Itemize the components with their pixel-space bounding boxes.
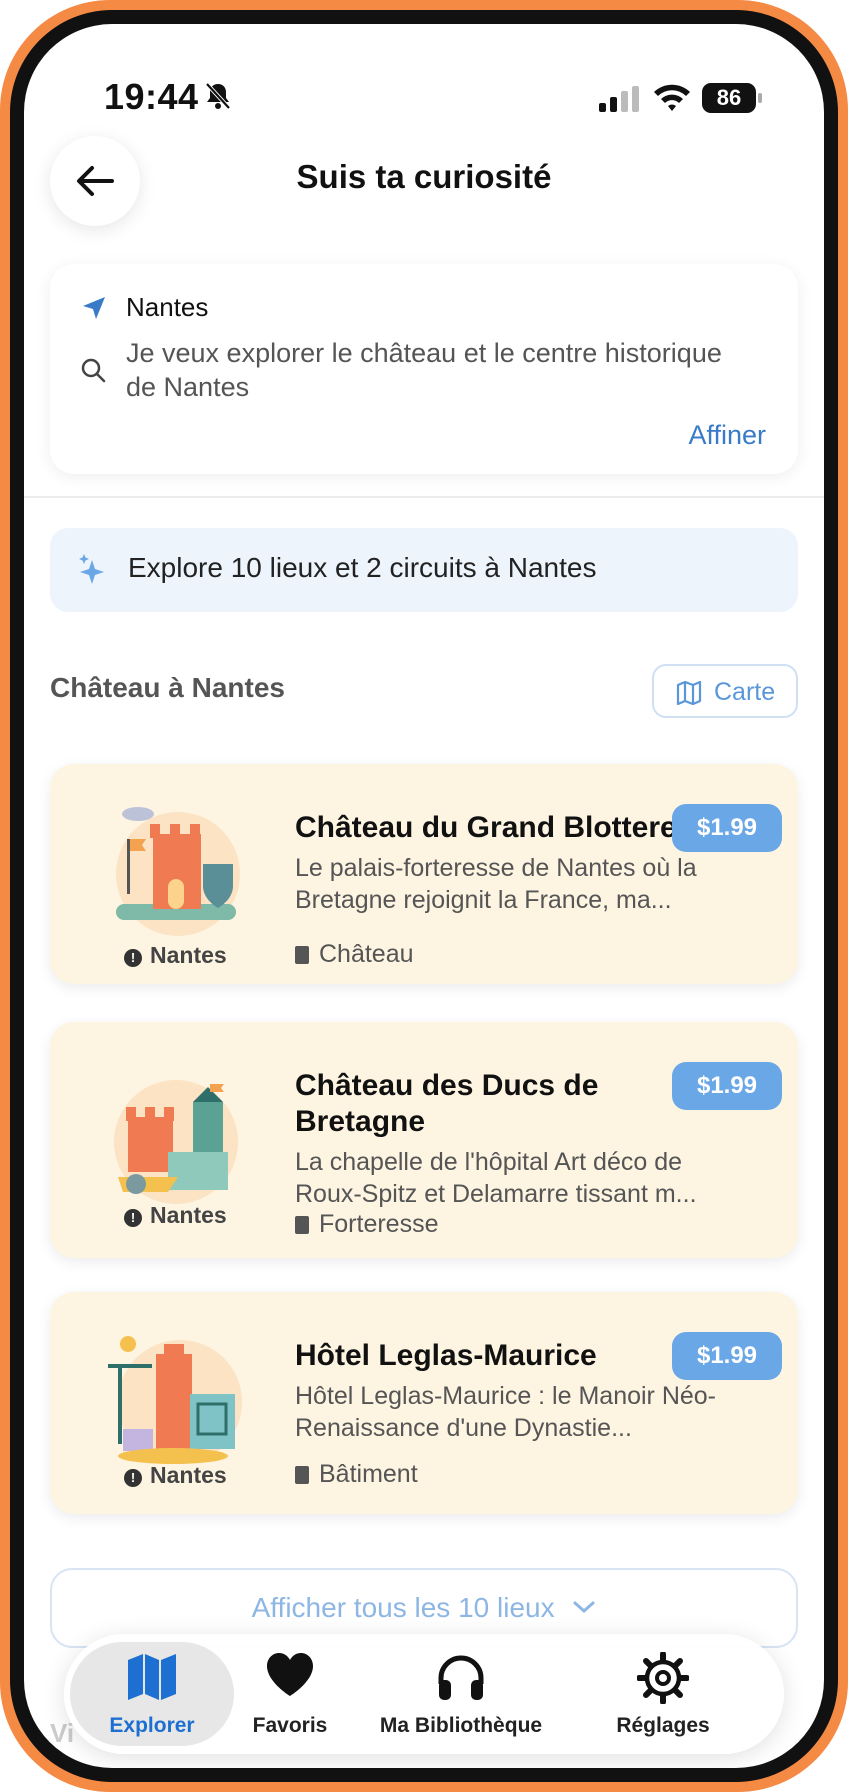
card-title: Hôtel Leglas-Maurice [295,1339,597,1372]
card-description: La chapelle de l'hôpital Art déco de Rou… [295,1148,697,1208]
card-city: ! Nantes [124,1202,227,1229]
sparkles-icon [79,554,104,584]
screen: 19:44 86 Suis ta curiosité Nantes Je veu… [24,24,824,1768]
heart-icon [267,1653,313,1696]
price-badge[interactable]: $1.99 [672,1332,782,1380]
card-description: Le palais-forteresse de Nantes où la Bre… [295,854,697,914]
tab-bibliotheque[interactable]: Ma Bibliothèque [366,1634,556,1754]
info-icon: ! [124,1469,142,1487]
battery-level: 86 [702,83,756,113]
tab-label: Explorer [109,1714,195,1737]
page-title: Suis ta curiosité [296,158,552,195]
place-card[interactable]: ! Nantes Château du Grand Blottereau Le p… [50,764,798,984]
tab-explorer[interactable]: Explorer [64,1634,240,1754]
status-time: 19:44 [104,76,199,117]
gear-icon [637,1652,689,1704]
card-city: ! Nantes [124,1462,227,1489]
card-city-label: Nantes [150,1202,227,1228]
building-icon [295,1466,309,1484]
place-card[interactable]: ! Nantes Hôtel Leglas-Maurice Hôtel Legla… [50,1292,798,1514]
map-icon [128,1654,176,1700]
price-badge[interactable]: $1.99 [672,804,782,852]
card-city-label: Nantes [150,1462,227,1488]
building-illustration-icon [108,1336,242,1464]
tab-label: Réglages [616,1714,710,1737]
map-button[interactable]: Carte [652,664,798,718]
summary-text: Explore 10 lieux et 2 circuits à Nantes [128,552,597,583]
summary-banner: Explore 10 lieux et 2 circuits à Nantes [50,528,798,612]
fortress-illustration-icon [114,1080,238,1204]
map-icon [676,681,702,705]
battery-tip [758,93,762,103]
card-title: Château des Ducs de Bretagne [295,1069,599,1138]
card-city-label: Nantes [150,942,227,968]
card-city: ! Nantes [124,942,227,969]
search-icon [81,358,106,383]
chevron-down-icon [573,1601,595,1614]
tab-label: Ma Bibliothèque [379,1714,543,1737]
card-title: Château du Grand Blottereau [295,811,685,844]
card-category-label: Château [319,940,414,968]
tab-reglages[interactable]: Réglages [578,1634,748,1754]
tab-label: Favoris [252,1714,328,1737]
search-query[interactable]: Je veux explorer le château et le centre… [126,336,746,404]
card-description: Hôtel Leglas-Maurice : le Manoir Néo-Ren… [295,1382,717,1442]
search-card[interactable]: Nantes Je veux explorer le château et le… [50,264,798,474]
show-all-text: Afficher tous les 10 lieux [251,1592,555,1623]
tab-favoris[interactable]: Favoris [240,1634,340,1754]
divider [24,496,824,498]
tab-bar: Explorer Favoris Ma Bibliothèque Réglage… [64,1634,784,1754]
cellular-signal-icon [599,86,639,112]
card-category-label: Forteresse [319,1210,439,1238]
refine-button[interactable]: Affiner [688,420,766,451]
card-category: Forteresse [295,1210,438,1239]
battery-indicator: 86 [702,83,764,113]
castle-illustration-icon [116,807,240,936]
place-card[interactable]: ! Nantes Château des Ducs de Bretagne La … [50,1022,798,1258]
price-badge[interactable]: $1.99 [672,1062,782,1110]
info-icon: ! [124,1209,142,1227]
headphones-icon [438,1655,484,1700]
location-arrow-icon [83,297,105,319]
card-category-label: Bâtiment [319,1460,418,1488]
building-icon [295,946,309,964]
building-icon [295,1216,309,1234]
bell-muted-icon [205,82,231,110]
section-title: Château à Nantes [50,672,285,703]
card-category: Bâtiment [295,1460,418,1489]
show-all-label: Afficher tous les 10 lieux [52,1592,796,1624]
card-category: Château [295,940,414,969]
map-button-label: Carte [714,678,776,706]
wifi-icon [654,84,690,111]
location-label[interactable]: Nantes [126,292,208,323]
info-icon: ! [124,949,142,967]
